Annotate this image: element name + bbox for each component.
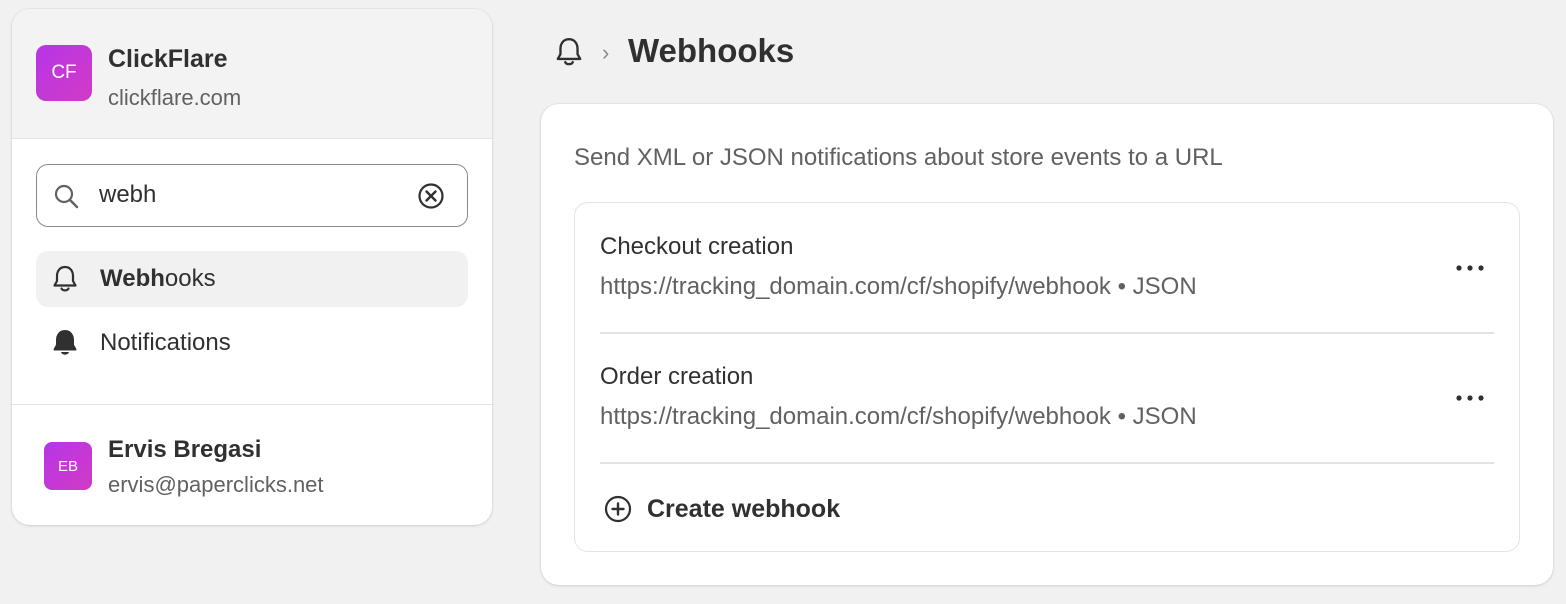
sidebar-item-label: Notifications [100, 329, 231, 356]
page: CF ClickFlare clickflare.com webh Webhoo… [0, 0, 1566, 604]
create-webhook-label: Create webhook [647, 494, 841, 523]
webhooks-card: Send XML or JSON notifications about sto… [541, 104, 1553, 585]
sidebar-item-webhooks[interactable]: Webhooks [36, 251, 468, 307]
divider [12, 404, 492, 405]
bell-outline-icon [556, 38, 582, 66]
settings-search[interactable] [36, 164, 468, 227]
store-avatar: CF [36, 45, 92, 101]
sidebar-item-notifications[interactable]: Notifications [36, 315, 468, 371]
user-name: Ervis Bregasi [108, 436, 262, 463]
clear-search-icon[interactable] [417, 182, 445, 210]
webhooks-description: Send XML or JSON notifications about sto… [574, 144, 1223, 171]
bell-filled-icon [36, 328, 92, 358]
plus-circle-icon [604, 495, 632, 523]
divider [600, 462, 1494, 464]
page-title: Webhooks [628, 32, 795, 69]
store-domain: clickflare.com [108, 85, 242, 110]
webhook-url: https://tracking_domain.com/cf/shopify/w… [600, 403, 1197, 430]
more-horizontal-icon[interactable] [1450, 253, 1490, 283]
webhook-title: Checkout creation [600, 233, 794, 260]
user-avatar: EB [44, 442, 92, 490]
webhook-title: Order creation [600, 363, 754, 390]
more-horizontal-icon[interactable] [1450, 383, 1490, 413]
webhook-row[interactable]: Checkout creation https://tracking_domai… [575, 203, 1518, 333]
search-input[interactable] [99, 175, 399, 215]
create-webhook-button[interactable]: Create webhook [603, 489, 840, 529]
breadcrumb-separator: › [602, 40, 610, 65]
store-header[interactable]: CF ClickFlare clickflare.com [12, 9, 492, 139]
webhook-url: https://tracking_domain.com/cf/shopify/w… [600, 273, 1197, 300]
search-icon [54, 184, 79, 209]
webhook-row[interactable]: Order creation https://tracking_domain.c… [575, 333, 1518, 463]
webhooks-list: Checkout creation https://tracking_domai… [574, 202, 1520, 552]
sidebar-item-label: Webhooks [100, 265, 216, 292]
store-name: ClickFlare [108, 45, 228, 73]
user-email: ervis@paperclicks.net [108, 472, 324, 497]
bell-outline-icon [36, 264, 92, 294]
settings-sidebar: CF ClickFlare clickflare.com webh Webhoo… [12, 9, 492, 525]
